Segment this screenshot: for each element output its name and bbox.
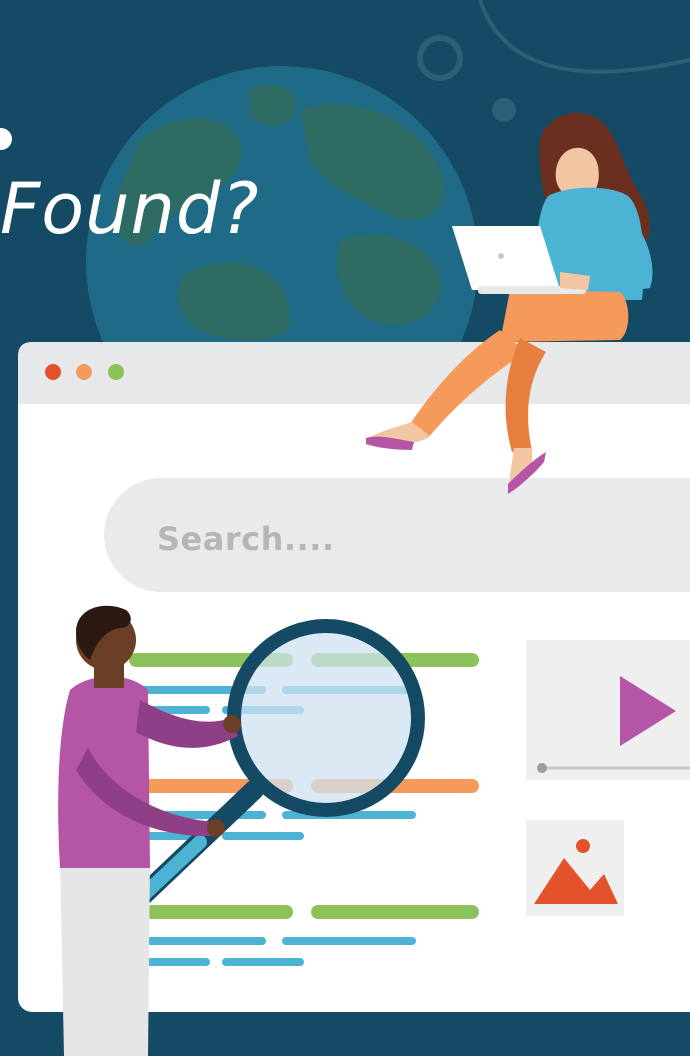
image-card[interactable] [526,820,624,916]
headline-text: Found? [0,168,260,250]
decorative-bubble [492,98,516,122]
decorative-swirl [478,0,690,74]
decorative-ring [417,35,463,81]
video-progress-handle[interactable] [537,763,547,773]
illustration-scene [18,0,690,1056]
video-card[interactable] [526,640,690,780]
window-dot-red [45,364,61,380]
search-placeholder[interactable]: Search.... [157,520,335,558]
window-dot-green [108,364,124,380]
window-dot-orange [76,364,92,380]
